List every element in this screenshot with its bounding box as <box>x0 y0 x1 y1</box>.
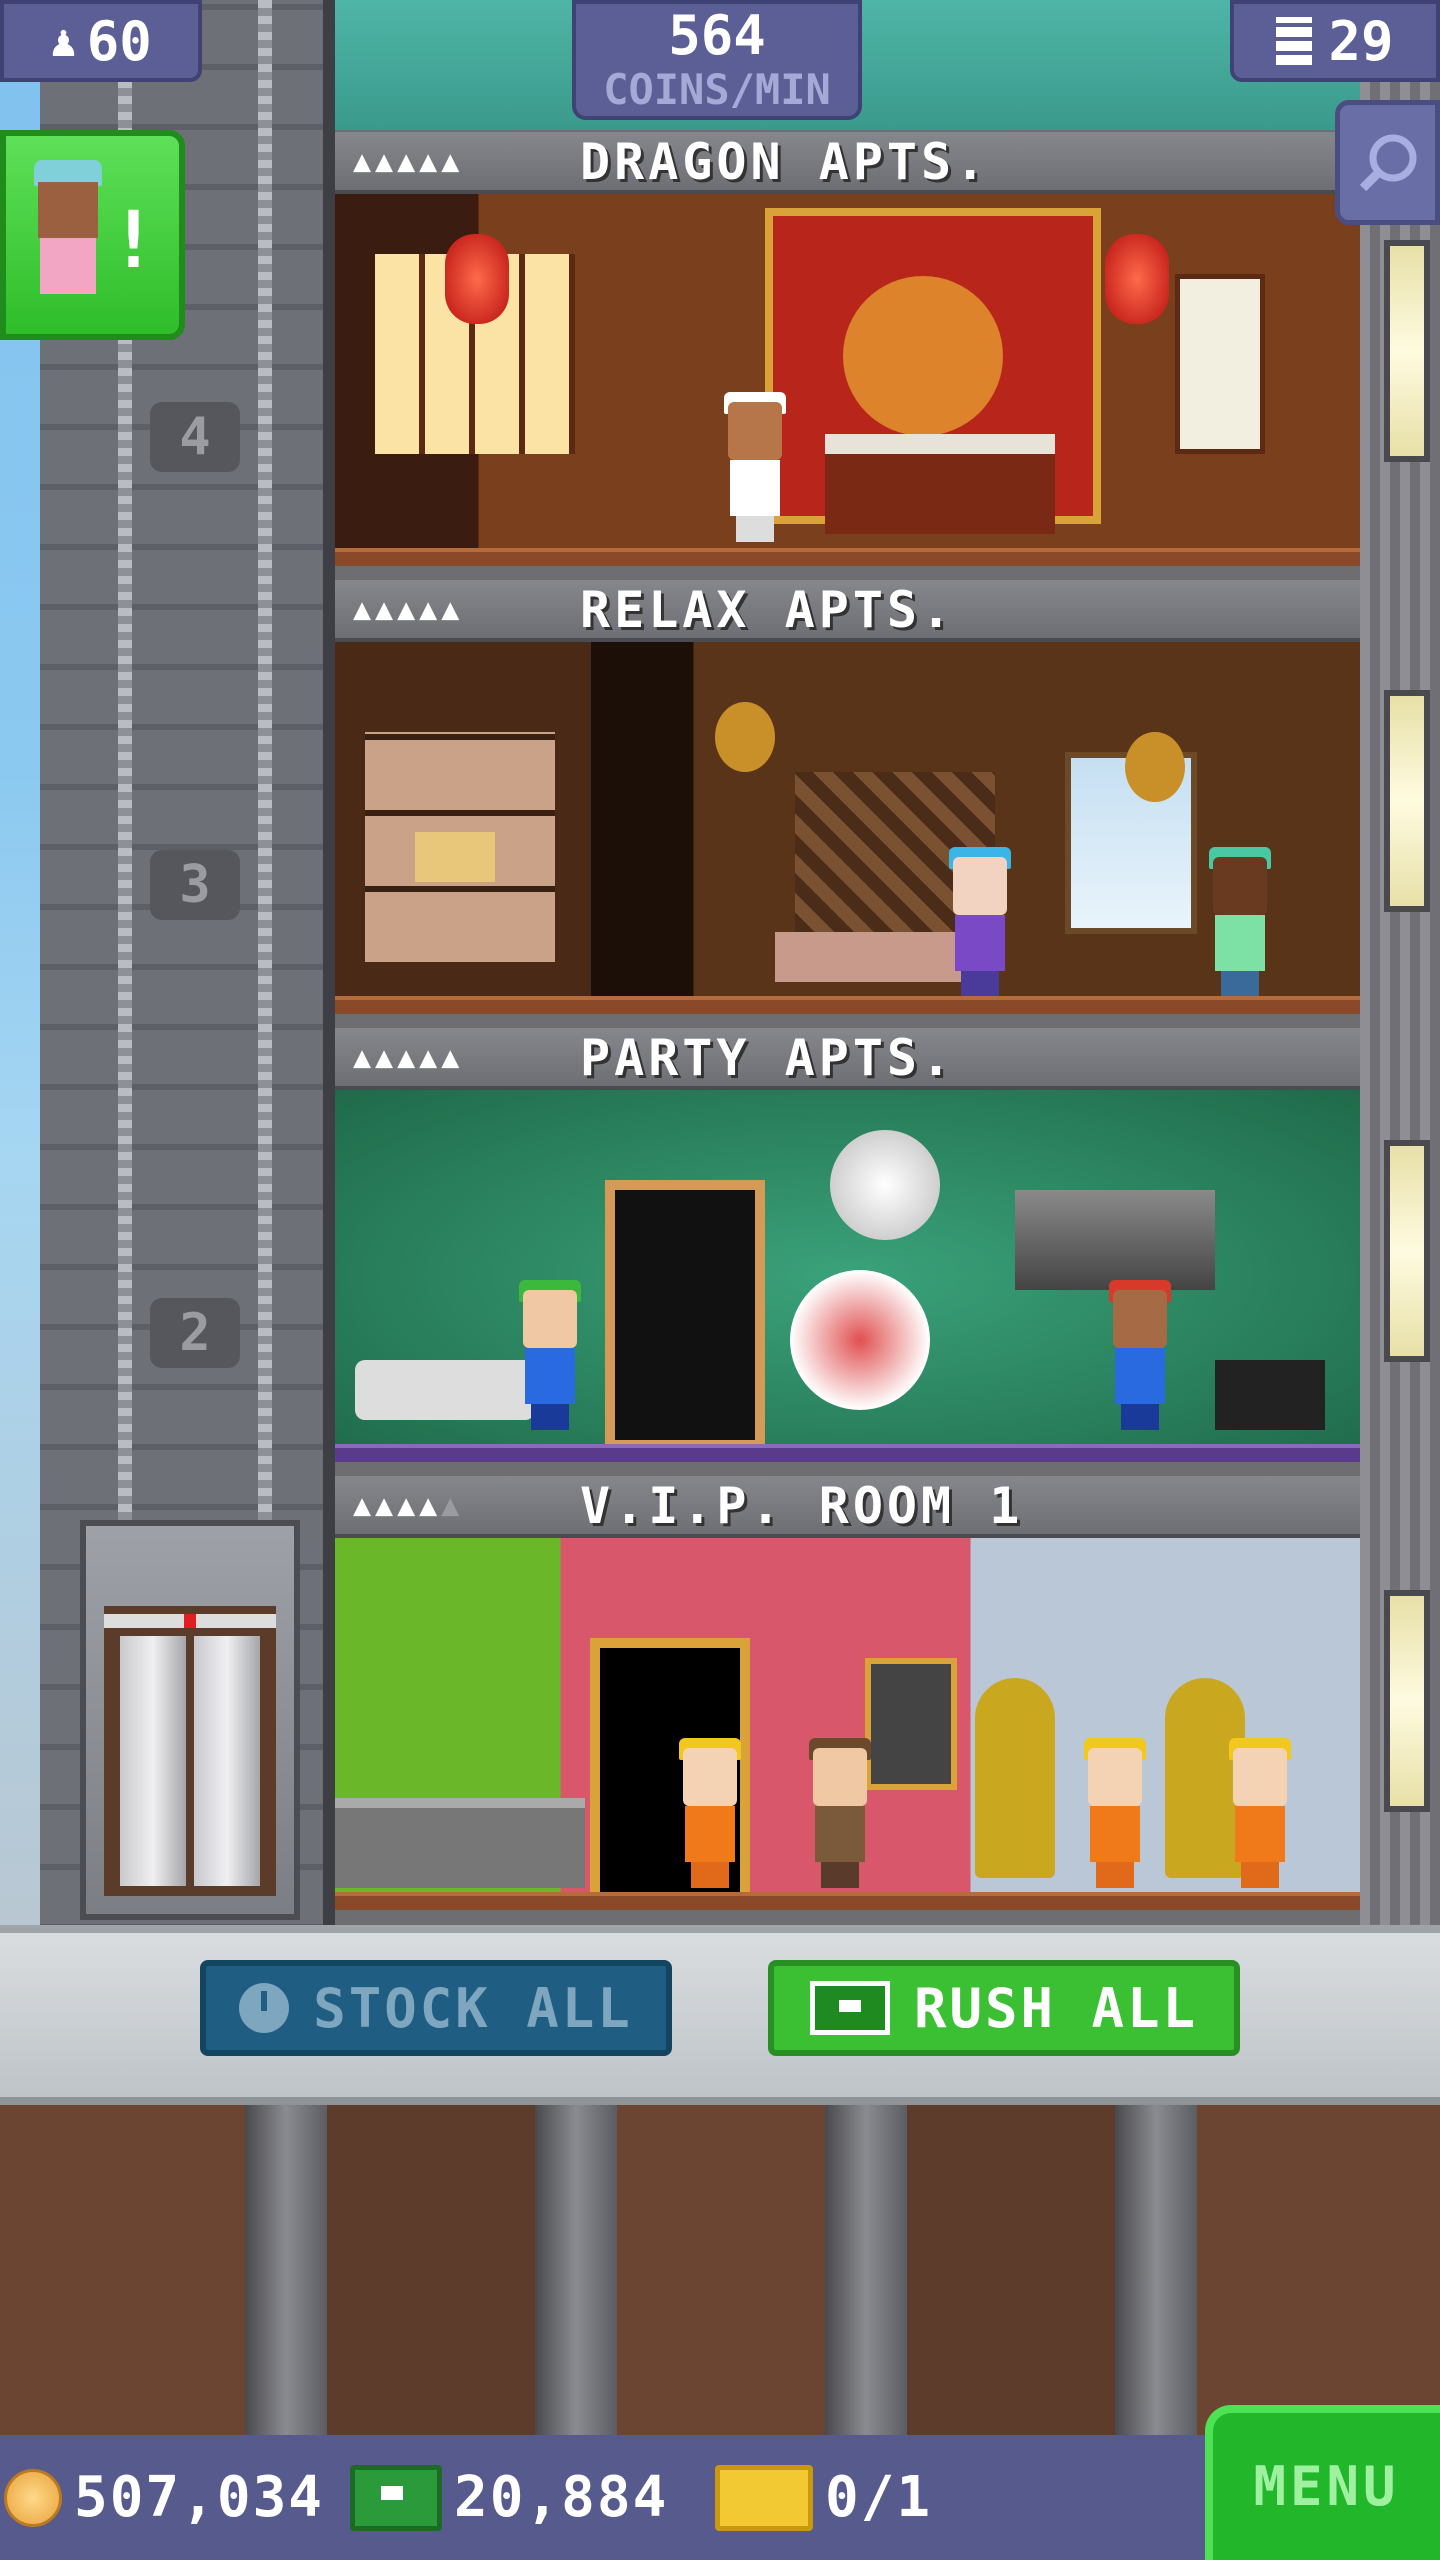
resident[interactable] <box>675 1738 745 1888</box>
floor-name: PARTY APTS. <box>580 1029 956 1087</box>
couch <box>355 1360 535 1420</box>
floor-header: ▲▲▲▲▲ PARTY APTS. <box>335 1028 1360 1090</box>
floor-count-value: 29 <box>1328 9 1394 73</box>
floor-name: V.I.P. ROOM 1 <box>580 1477 1024 1535</box>
floor-name: RELAX APTS. <box>580 581 956 639</box>
wall-window <box>1384 1140 1430 1362</box>
floor-dragon-apts[interactable]: ▲▲▲▲▲ DRAGON APTS. <box>335 132 1360 580</box>
resident[interactable] <box>515 1280 585 1430</box>
population-value: 60 <box>86 9 152 73</box>
lamp <box>415 832 495 882</box>
coins-per-min-display: 564 COINS/MIN <box>572 0 862 120</box>
shaft-floor-number: 3 <box>150 850 240 920</box>
bux-display[interactable]: 20,884 <box>350 2440 668 2555</box>
room-interior <box>335 642 1360 1014</box>
floor-rating: ▲▲▲▲▲ <box>353 592 464 627</box>
egg-chair <box>790 1270 930 1410</box>
elevator-door-right <box>194 1636 260 1886</box>
room-interior <box>335 194 1360 566</box>
magnifier-icon <box>1359 134 1416 191</box>
floor-name: DRAGON APTS. <box>580 133 990 191</box>
bux-icon <box>809 1981 890 2035</box>
floor-rating: ▲▲▲▲▲ <box>353 144 464 179</box>
floor-rating: ▲▲▲▲▲ <box>353 1040 464 1075</box>
support-pillar <box>535 2105 617 2435</box>
visitor-avatar <box>28 160 108 310</box>
menu-button[interactable]: MENU <box>1205 2405 1440 2560</box>
resident[interactable] <box>945 847 1015 997</box>
resident[interactable] <box>1105 1280 1175 1430</box>
coin-icon <box>4 2468 62 2527</box>
speaker <box>1215 1360 1325 1430</box>
resident[interactable] <box>1205 847 1275 997</box>
resident[interactable] <box>1080 1738 1150 1888</box>
population-counter[interactable]: ♟ 60 <box>0 0 202 82</box>
coins-display[interactable]: 507,034 <box>4 2440 324 2555</box>
vip-visitor[interactable] <box>805 1738 875 1888</box>
basement-lobby <box>0 2105 1440 2435</box>
floor-header: ▲▲▲▲▲ V.I.P. ROOM 1 <box>335 1476 1360 1538</box>
clock-icon <box>239 1983 290 2033</box>
building-icon <box>1276 17 1313 65</box>
bux-icon <box>350 2464 442 2531</box>
person-icon: ♟ <box>50 15 77 67</box>
rush-all-label: RUSH ALL <box>913 1976 1199 2040</box>
bux-value: 20,884 <box>454 2465 669 2530</box>
floor-vip-room-1[interactable]: ▲▲▲▲▲ V.I.P. ROOM 1 <box>335 1476 1360 1924</box>
stock-all-button[interactable]: STOCK ALL <box>200 1960 672 2056</box>
elevator-indicator-light <box>184 1614 196 1628</box>
wall-window <box>1384 690 1430 912</box>
elevator-door-left <box>120 1636 186 1886</box>
wall-window <box>1384 240 1430 462</box>
tickets-value: 0/1 <box>825 2465 933 2530</box>
visitor-notification[interactable]: ! <box>0 130 185 340</box>
coins-value: 507,034 <box>74 2465 325 2530</box>
floor-rating: ▲▲▲▲▲ <box>353 1488 464 1523</box>
rush-all-button[interactable]: RUSH ALL <box>768 1960 1240 2056</box>
red-lantern <box>1105 234 1169 324</box>
elevator-car[interactable] <box>80 1520 300 1920</box>
wall-window <box>1384 1590 1430 1812</box>
hanging-lamp <box>715 702 775 772</box>
scroll <box>1175 274 1265 454</box>
red-lantern <box>445 234 509 324</box>
reception-desk <box>335 1798 585 1888</box>
resident[interactable] <box>720 392 790 542</box>
disco-ball <box>830 1130 940 1240</box>
shaft-floor-number: 4 <box>150 402 240 472</box>
shaft-floor-number: 2 <box>150 1298 240 1368</box>
coins-per-min-value: 564 <box>668 4 766 67</box>
room-interior <box>335 1090 1360 1462</box>
bed <box>825 434 1055 534</box>
stock-all-label: STOCK ALL <box>313 1976 633 2040</box>
tickets-display[interactable]: 0/1 <box>715 2440 932 2555</box>
hanging-lamp <box>1125 732 1185 802</box>
ticket-icon <box>715 2464 813 2531</box>
elevator-cable <box>258 0 272 1560</box>
support-pillar <box>245 2105 327 2435</box>
support-pillar <box>1115 2105 1197 2435</box>
search-button[interactable] <box>1335 100 1440 225</box>
floor-counter[interactable]: 29 <box>1230 0 1440 82</box>
keypad <box>865 1658 957 1790</box>
floor-header: ▲▲▲▲▲ RELAX APTS. <box>335 580 1360 642</box>
floor-party-apts[interactable]: ▲▲▲▲▲ PARTY APTS. <box>335 1028 1360 1476</box>
coins-per-min-label: COINS/MIN <box>603 65 831 114</box>
potted-plant <box>975 1678 1055 1878</box>
support-pillar <box>825 2105 907 2435</box>
menu-label: MENU <box>1253 2455 1400 2518</box>
room-interior <box>335 1538 1360 1910</box>
resident[interactable] <box>1225 1738 1295 1888</box>
doorway <box>605 1180 765 1450</box>
elevator-door-frame <box>104 1606 276 1896</box>
tv <box>1015 1190 1215 1290</box>
alert-icon: ! <box>110 196 157 286</box>
floor-header: ▲▲▲▲▲ DRAGON APTS. <box>335 132 1360 194</box>
floor-relax-apts[interactable]: ▲▲▲▲▲ RELAX APTS. <box>335 580 1360 1028</box>
